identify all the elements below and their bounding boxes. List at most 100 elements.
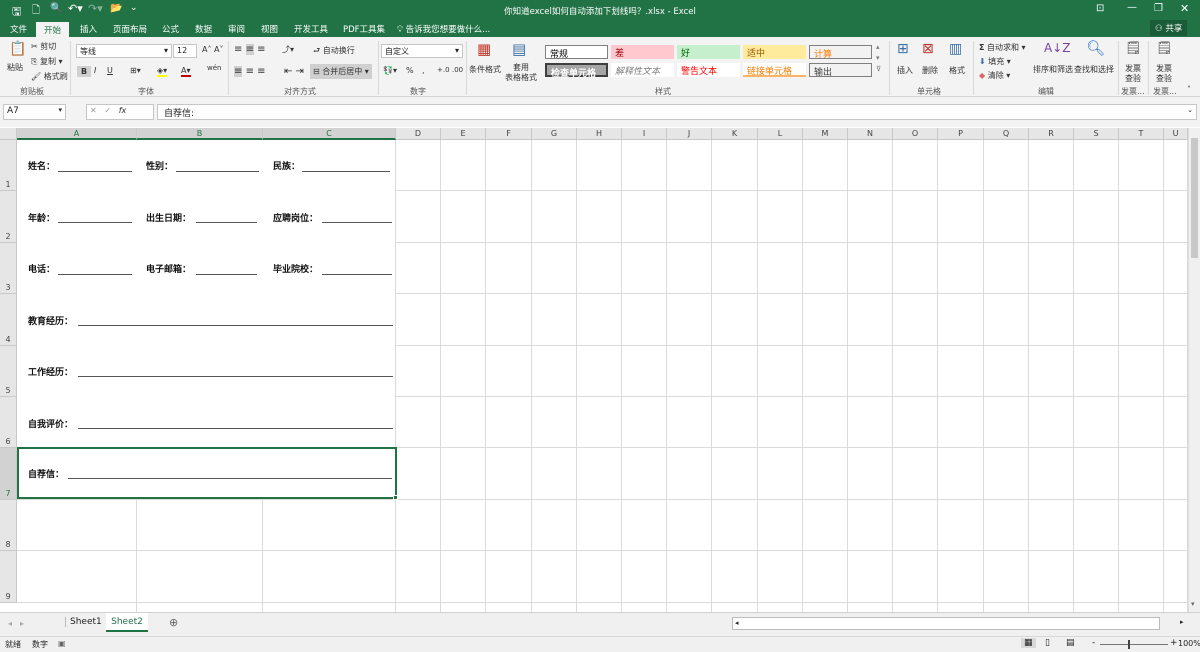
format-cells-icon[interactable]: ▥	[949, 41, 962, 57]
row-header-5[interactable]: 5	[0, 346, 17, 397]
vertical-scrollbar[interactable]: ▾	[1188, 128, 1200, 612]
gallery-scroll-icon[interactable]: ▴ ▾ ⊽	[876, 42, 881, 75]
sheet-tab-sheet2[interactable]: Sheet2	[106, 613, 148, 632]
delete-cells-icon[interactable]: ⊠	[922, 41, 934, 57]
row-header-3[interactable]: 3	[0, 243, 17, 294]
invoice-check-button-1[interactable]: 发票 查验	[1125, 64, 1141, 84]
zoom-slider-thumb[interactable]	[1128, 640, 1130, 649]
insert-function-icon[interactable]: fx	[119, 106, 127, 115]
italic-button[interactable]: I	[94, 66, 96, 75]
format-as-table-icon[interactable]: ▤	[512, 40, 526, 58]
accounting-format-icon[interactable]: 💱▾	[383, 66, 397, 75]
find-select-icon[interactable]: 🔍︎	[1086, 39, 1105, 57]
bold-button[interactable]: B	[77, 66, 92, 77]
column-header-B[interactable]: B	[137, 128, 263, 140]
restore-icon[interactable]: ❐	[1154, 3, 1163, 14]
tab-home[interactable]: 开始	[36, 22, 70, 37]
indent-icon[interactable]: ⇤ ⇥	[284, 66, 304, 77]
column-header-L[interactable]: L	[758, 128, 803, 140]
normal-view-icon[interactable]: ▦	[1021, 638, 1036, 648]
column-header-O[interactable]: O	[893, 128, 938, 140]
name-box[interactable]: A7 ▾	[3, 104, 66, 120]
insert-cells-button[interactable]: 插入	[897, 65, 913, 76]
cell-style-9[interactable]: 输出	[809, 63, 872, 78]
add-sheet-icon[interactable]: ⊕	[169, 616, 178, 629]
fill-handle[interactable]	[393, 495, 398, 500]
tab-review[interactable]: 审阅	[228, 23, 245, 35]
row-header-8[interactable]: 8	[0, 500, 17, 551]
sort-filter-button[interactable]: 排序和筛选	[1033, 64, 1073, 75]
decrease-decimal-button[interactable]: .00	[452, 66, 463, 74]
conditional-formatting-button[interactable]: 条件格式	[469, 64, 501, 75]
close-icon[interactable]: ✕	[1180, 2, 1189, 15]
row-header-2[interactable]: 2	[0, 191, 17, 243]
tab-file[interactable]: 文件	[10, 23, 27, 35]
cell-style-0[interactable]: 常规	[545, 45, 608, 60]
column-header-R[interactable]: R	[1029, 128, 1074, 140]
collapse-ribbon-icon[interactable]: ˄	[1187, 85, 1191, 94]
row-header-4[interactable]: 4	[0, 294, 17, 346]
invoice-check-button-2[interactable]: 发票 查验	[1156, 64, 1172, 84]
cell-style-4[interactable]: 计算	[809, 45, 872, 60]
row-header-6[interactable]: 6	[0, 397, 17, 448]
share-button[interactable]: ⚇ 共享	[1150, 20, 1188, 36]
sheet-nav-prev-icon[interactable]: ◂	[8, 619, 12, 628]
percent-button[interactable]: %	[406, 66, 414, 75]
align-top-icon[interactable]: ≡ ≡ ≡	[234, 44, 266, 55]
sort-filter-icon[interactable]: A↓Z	[1044, 41, 1070, 55]
font-name-select[interactable]: 等线 ▾	[76, 44, 172, 58]
font-size-select[interactable]: 12	[173, 44, 197, 58]
autosum-button[interactable]: Σ 自动求和 ▾	[979, 42, 1026, 53]
column-header-U[interactable]: U	[1164, 128, 1188, 140]
minimize-icon[interactable]: —	[1127, 2, 1137, 13]
cell-style-5[interactable]: 检查单元格	[545, 63, 608, 79]
zoom-level[interactable]: 100%	[1178, 639, 1200, 648]
row-header-1[interactable]: 1	[0, 140, 17, 191]
scroll-right-icon[interactable]: ▸	[1180, 618, 1184, 626]
find-select-button[interactable]: 查找和选择	[1074, 64, 1114, 75]
format-painter-button[interactable]: 🖌 格式刷	[31, 71, 68, 82]
invoice-check-icon[interactable]: 🗒	[1156, 41, 1173, 56]
expand-formula-icon[interactable]: ⌄	[1187, 106, 1193, 114]
column-header-I[interactable]: I	[622, 128, 667, 140]
paste-button[interactable]: 粘贴	[7, 62, 23, 73]
align-left-icon[interactable]: ≡ ≡ ≡	[234, 66, 266, 77]
vertical-scroll-thumb[interactable]	[1191, 138, 1198, 258]
insert-cells-icon[interactable]: ⊞	[897, 41, 909, 57]
selected-cell-a7[interactable]	[17, 447, 397, 499]
column-header-Q[interactable]: Q	[984, 128, 1029, 140]
invoice-check-icon[interactable]: 🗒	[1125, 41, 1142, 56]
column-header-N[interactable]: N	[848, 128, 893, 140]
phonetic-icon[interactable]: wén	[207, 64, 221, 72]
merge-center-button[interactable]: ⊟ 合并后居中 ▾	[310, 64, 372, 79]
format-as-table-button[interactable]: 套用 表格格式	[505, 63, 537, 83]
column-header-H[interactable]: H	[577, 128, 622, 140]
column-header-T[interactable]: T	[1119, 128, 1164, 140]
fill-color-icon[interactable]: ◈▾	[157, 66, 168, 77]
tab-pdf-tools[interactable]: PDF工具集	[343, 23, 385, 35]
tab-page-layout[interactable]: 页面布局	[113, 23, 147, 35]
clear-button[interactable]: ◆ 清除 ▾	[979, 70, 1010, 81]
format-cells-button[interactable]: 格式	[949, 65, 965, 76]
ribbon-display-icon[interactable]: ⊡	[1096, 3, 1104, 14]
page-layout-view-icon[interactable]: ▯	[1045, 638, 1050, 648]
tab-data[interactable]: 数据	[195, 23, 212, 35]
formula-input[interactable]: 自荐信: ⌄	[157, 104, 1197, 120]
underline-button[interactable]: U	[107, 66, 113, 75]
cell-style-2[interactable]: 好	[677, 45, 740, 59]
sheet-tab-sheet1[interactable]: Sheet1	[65, 617, 106, 627]
enter-icon[interactable]: ✓	[104, 106, 111, 115]
select-all-button[interactable]	[0, 128, 17, 140]
copy-button[interactable]: ⎘ 复制 ▾	[31, 56, 63, 67]
wrap-text-button[interactable]: ⮐ 自动换行	[313, 45, 355, 59]
column-header-F[interactable]: F	[486, 128, 532, 140]
column-header-J[interactable]: J	[667, 128, 712, 140]
column-header-E[interactable]: E	[441, 128, 486, 140]
cell-style-1[interactable]: 差	[611, 45, 674, 59]
zoom-in-icon[interactable]: +	[1170, 638, 1178, 648]
column-header-D[interactable]: D	[396, 128, 441, 140]
fill-button[interactable]: ⬇ 填充 ▾	[979, 56, 1011, 67]
spreadsheet-grid[interactable]: ABCDEFGHIJKLMNOPQRSTU 1 2 3 4 5 6 7 8 9 姓名： 性别： 民…	[0, 128, 1188, 612]
column-header-S[interactable]: S	[1074, 128, 1119, 140]
scroll-left-icon[interactable]: ◂	[733, 619, 739, 627]
